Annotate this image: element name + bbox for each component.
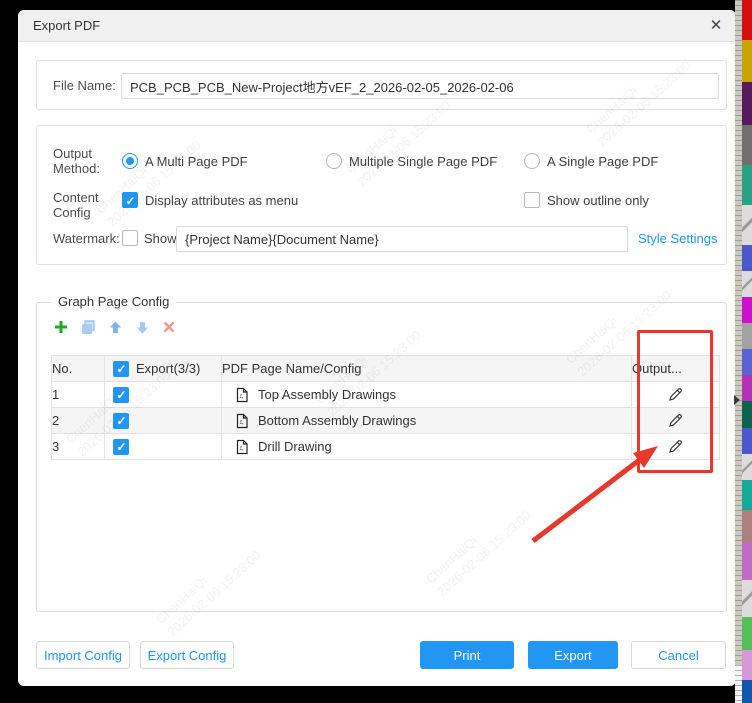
palette-swatch[interactable]: [742, 650, 752, 680]
row-no: 1: [52, 382, 105, 408]
palette-swatch[interactable]: [742, 125, 752, 165]
export-pdf-dialog: Export PDF ✕ ChenHaiQi2026-02-06 15:23:0…: [18, 10, 736, 686]
edit-output-config-icon[interactable]: [632, 386, 719, 403]
add-page-icon[interactable]: [51, 317, 71, 337]
palette-swatch[interactable]: [742, 580, 752, 617]
checkbox-display-attributes[interactable]: [122, 192, 138, 208]
row-page-name: Bottom Assembly Drawings: [258, 413, 416, 428]
header-page-name: PDF Page Name/Config: [222, 356, 632, 382]
table-row[interactable]: 2 Bottom Assembly Drawings: [52, 408, 720, 434]
header-export: Export(3/3): [105, 356, 222, 382]
graph-page-config-section: Graph Page Config No.: [36, 302, 727, 612]
palette-swatch[interactable]: [742, 323, 752, 349]
radio-single-page-pdf-label[interactable]: A Single Page PDF: [547, 154, 658, 169]
dialog-titlebar: Export PDF ✕: [18, 10, 736, 42]
watermark-text-input[interactable]: [176, 226, 628, 252]
watermark-label: Watermark:: [53, 231, 120, 246]
palette-swatch[interactable]: [742, 297, 752, 323]
row-no: 3: [52, 434, 105, 460]
select-all-checkbox[interactable]: [113, 361, 129, 377]
palette-swatch[interactable]: [742, 0, 752, 40]
palette-swatch[interactable]: [742, 205, 752, 245]
palette-swatch[interactable]: [742, 480, 752, 510]
row-no: 2: [52, 408, 105, 434]
checkbox-show-outline-only-label[interactable]: Show outline only: [547, 193, 649, 208]
radio-multiple-single-page-pdf[interactable]: [326, 153, 342, 169]
palette-swatch[interactable]: [742, 349, 752, 375]
palette-swatch[interactable]: [742, 543, 752, 580]
style-settings-link[interactable]: Style Settings: [638, 231, 718, 246]
output-method-label: Output Method:: [53, 146, 107, 176]
row-page-name: Top Assembly Drawings: [258, 387, 396, 402]
table-row[interactable]: 3 Drill Drawing: [52, 434, 720, 460]
row-export-checkbox[interactable]: [113, 387, 129, 403]
checkbox-show-outline-only[interactable]: [524, 192, 540, 208]
file-name-input[interactable]: [121, 73, 719, 99]
palette-swatch[interactable]: [742, 454, 752, 480]
checkbox-watermark-show[interactable]: [122, 230, 138, 246]
palette-swatch[interactable]: [742, 375, 752, 401]
table-row[interactable]: 1 Top Assembly Drawings: [52, 382, 720, 408]
pages-table: No. Export(3/3) PDF Page Name/Config Out…: [51, 355, 720, 460]
header-no: No.: [52, 356, 105, 382]
palette-swatch[interactable]: [742, 617, 752, 650]
palette-swatch[interactable]: [742, 82, 752, 125]
content-config-label: Content Config: [53, 190, 105, 220]
palette-swatch[interactable]: [742, 245, 752, 271]
move-down-icon[interactable]: [132, 317, 152, 337]
palette-swatch[interactable]: [742, 271, 752, 297]
dialog-title: Export PDF: [33, 10, 100, 42]
row-export-checkbox[interactable]: [113, 413, 129, 429]
row-export-checkbox[interactable]: [113, 439, 129, 455]
duplicate-page-icon[interactable]: [78, 317, 98, 337]
export-config-button[interactable]: Export Config: [140, 641, 234, 669]
table-header-row: No. Export(3/3) PDF Page Name/Config Out…: [52, 356, 720, 382]
radio-multiple-single-page-pdf-label[interactable]: Multiple Single Page PDF: [349, 154, 497, 169]
print-button[interactable]: Print: [420, 641, 514, 669]
options-section: Output Method: A Multi Page PDF Multiple…: [36, 125, 727, 265]
palette-swatch[interactable]: [742, 428, 752, 454]
palette-swatch[interactable]: [742, 40, 752, 82]
checkbox-display-attributes-label[interactable]: Display attributes as menu: [145, 193, 298, 208]
delete-page-icon[interactable]: [159, 317, 179, 337]
palette-swatch[interactable]: [742, 510, 752, 543]
file-name-label: File Name:: [53, 78, 116, 93]
file-name-section: File Name:: [36, 60, 727, 110]
export-button[interactable]: Export: [528, 641, 618, 669]
cancel-button[interactable]: Cancel: [631, 641, 726, 669]
checkbox-watermark-show-label[interactable]: Show: [144, 231, 177, 246]
edit-output-config-icon[interactable]: [632, 438, 719, 455]
header-output: Output...: [632, 356, 720, 382]
header-export-label: Export(3/3): [136, 361, 200, 376]
pdf-file-icon: [234, 387, 250, 403]
close-icon[interactable]: ✕: [704, 10, 728, 42]
ruler-strip: [735, 0, 742, 703]
edit-output-config-icon[interactable]: [632, 412, 719, 429]
palette-swatch[interactable]: [742, 680, 752, 703]
color-palette-strip[interactable]: [742, 0, 752, 703]
pdf-file-icon: [234, 413, 250, 429]
graph-toolbar: [51, 317, 179, 337]
row-page-name: Drill Drawing: [258, 439, 332, 454]
graph-page-config-legend: Graph Page Config: [51, 294, 176, 309]
palette-swatch[interactable]: [742, 401, 752, 428]
import-config-button[interactable]: Import Config: [36, 641, 130, 669]
palette-swatch[interactable]: [742, 165, 752, 205]
radio-multi-page-pdf-label[interactable]: A Multi Page PDF: [145, 154, 248, 169]
move-up-icon[interactable]: [105, 317, 125, 337]
pdf-file-icon: [234, 439, 250, 455]
ruler-marker-icon: [734, 395, 740, 405]
radio-single-page-pdf[interactable]: [524, 153, 540, 169]
radio-multi-page-pdf[interactable]: [122, 153, 138, 169]
